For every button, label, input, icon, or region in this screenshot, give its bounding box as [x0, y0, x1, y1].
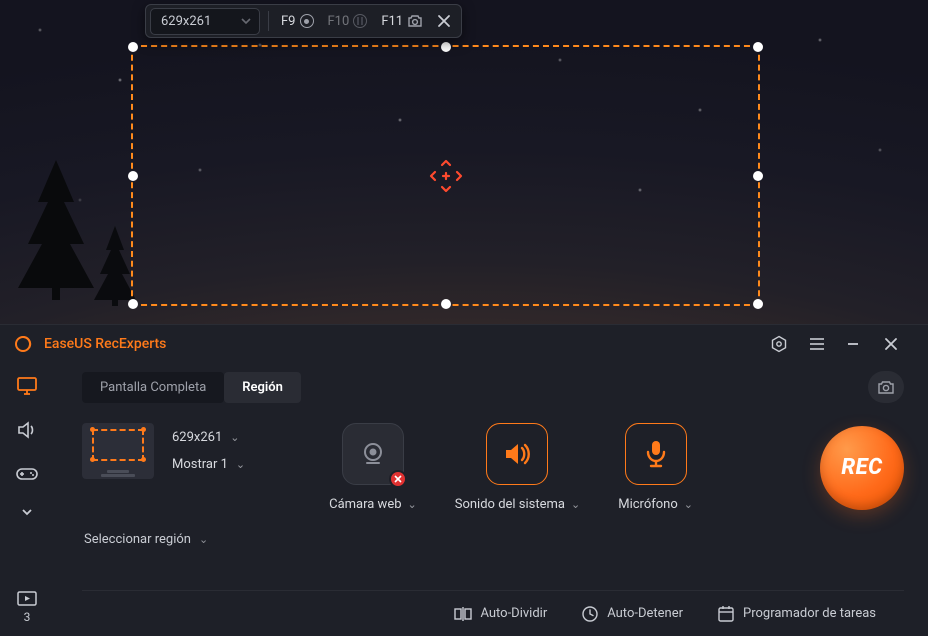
chevron-down-icon: ⌄ — [684, 498, 693, 511]
microphone-dropdown[interactable]: Micrófono ⌄ — [618, 497, 693, 512]
system-sound-label: Sonido del sistema — [455, 497, 565, 512]
capture-topbar: 629x261 F9 F10 F11 — [145, 4, 462, 38]
chevron-down-icon: ⌄ — [199, 533, 208, 546]
resize-handle-s[interactable] — [441, 299, 451, 309]
hotkey-record[interactable]: F9 — [277, 14, 318, 29]
region-size-dropdown[interactable]: 629x261 — [150, 8, 260, 35]
region-summary: 629x261 ⌄ Mostrar 1 ⌄ — [82, 423, 245, 479]
hotkey-pause[interactable]: F10 — [324, 14, 372, 29]
close-topbar-button[interactable] — [433, 14, 455, 28]
source-system-sound: Sonido del sistema ⌄ — [455, 423, 580, 512]
auto-split-button[interactable]: Auto-Dividir — [454, 606, 547, 622]
auto-split-label: Auto-Dividir — [480, 606, 547, 621]
task-scheduler-label: Programador de tareas — [743, 606, 876, 621]
region-resolution-value: 629x261 — [172, 430, 222, 445]
split-icon — [454, 606, 472, 622]
region-thumbnail[interactable] — [82, 423, 154, 479]
task-scheduler-button[interactable]: Programador de tareas — [717, 605, 876, 623]
app-logo-icon — [14, 335, 32, 353]
rail-game-mode[interactable] — [13, 461, 41, 487]
mode-rail: 3 — [0, 363, 54, 636]
resize-handle-e[interactable] — [753, 171, 763, 181]
hotkey-screenshot[interactable]: F11 — [377, 14, 427, 29]
resize-handle-n[interactable] — [441, 42, 451, 52]
chevron-down-icon: ⌄ — [230, 431, 239, 444]
hotkey-label: F10 — [328, 14, 350, 29]
resize-handle-sw[interactable] — [128, 299, 138, 309]
hotkey-label: F9 — [281, 14, 296, 29]
titlebar: EaseUS RecExperts — [0, 325, 928, 363]
record-button-label: REC — [841, 455, 882, 480]
resize-handle-se[interactable] — [753, 299, 763, 309]
disabled-badge-icon — [389, 470, 407, 488]
capture-mode-tabs: Pantalla Completa Región — [82, 371, 904, 403]
webcam-dropdown[interactable]: Cámara web ⌄ — [329, 497, 417, 512]
menu-button[interactable] — [808, 337, 836, 351]
chevron-down-icon: ⌄ — [408, 498, 417, 511]
resize-handle-w[interactable] — [128, 171, 138, 181]
rail-audio-mode[interactable] — [13, 417, 41, 443]
select-region-dropdown[interactable]: Seleccionar región ⌄ — [82, 532, 904, 547]
calendar-icon — [717, 605, 735, 623]
select-region-label: Seleccionar región — [84, 532, 191, 547]
divider — [268, 11, 269, 31]
microphone-toggle[interactable] — [625, 423, 687, 485]
system-sound-toggle[interactable] — [486, 423, 548, 485]
camera-icon — [407, 14, 423, 28]
settings-button[interactable] — [770, 335, 798, 353]
app-title: EaseUS RecExperts — [44, 336, 760, 352]
clock-icon — [581, 605, 599, 623]
wallpaper-tree — [8, 160, 104, 300]
record-button[interactable]: REC — [820, 426, 904, 510]
capture-region-marquee[interactable] — [131, 45, 760, 306]
tab-full-screen[interactable]: Pantalla Completa — [82, 372, 224, 403]
resize-handle-nw[interactable] — [128, 42, 138, 52]
record-icon — [300, 14, 314, 28]
move-region-icon[interactable] — [428, 158, 464, 194]
app-window: EaseUS RecExperts — [0, 324, 928, 636]
source-microphone: Micrófono ⌄ — [618, 423, 693, 512]
region-resolution-dropdown[interactable]: 629x261 ⌄ — [172, 430, 245, 445]
monitor-dropdown[interactable]: Mostrar 1 ⌄ — [172, 457, 245, 472]
region-size-value: 629x261 — [161, 14, 211, 29]
webcam-label: Cámara web — [329, 497, 401, 512]
hotkey-label: F11 — [381, 14, 403, 29]
auto-stop-button[interactable]: Auto-Detener — [581, 605, 683, 623]
main-content: Pantalla Completa Región — [54, 363, 928, 636]
minimize-button[interactable] — [846, 337, 874, 351]
system-sound-dropdown[interactable]: Sonido del sistema ⌄ — [455, 497, 580, 512]
recordings-count: 3 — [24, 610, 31, 624]
monitor-value: Mostrar 1 — [172, 457, 228, 472]
rail-screen-mode[interactable] — [13, 373, 41, 399]
footer-bar: Auto-Dividir Auto-Detener Programador de… — [82, 590, 904, 636]
source-webcam: Cámara web ⌄ — [329, 423, 417, 512]
microphone-label: Micrófono — [618, 497, 678, 512]
pause-icon — [353, 14, 367, 28]
webcam-toggle[interactable] — [342, 423, 404, 485]
auto-stop-label: Auto-Detener — [607, 606, 683, 621]
chevron-down-icon — [241, 16, 251, 26]
recordings-button[interactable]: 3 — [16, 590, 38, 624]
tab-region[interactable]: Región — [224, 372, 301, 403]
chevron-down-icon: ⌄ — [236, 458, 245, 471]
rail-expand[interactable] — [13, 505, 41, 519]
close-window-button[interactable] — [884, 337, 912, 351]
chevron-down-icon: ⌄ — [571, 498, 580, 511]
resize-handle-ne[interactable] — [753, 42, 763, 52]
screenshot-button[interactable] — [868, 371, 904, 403]
